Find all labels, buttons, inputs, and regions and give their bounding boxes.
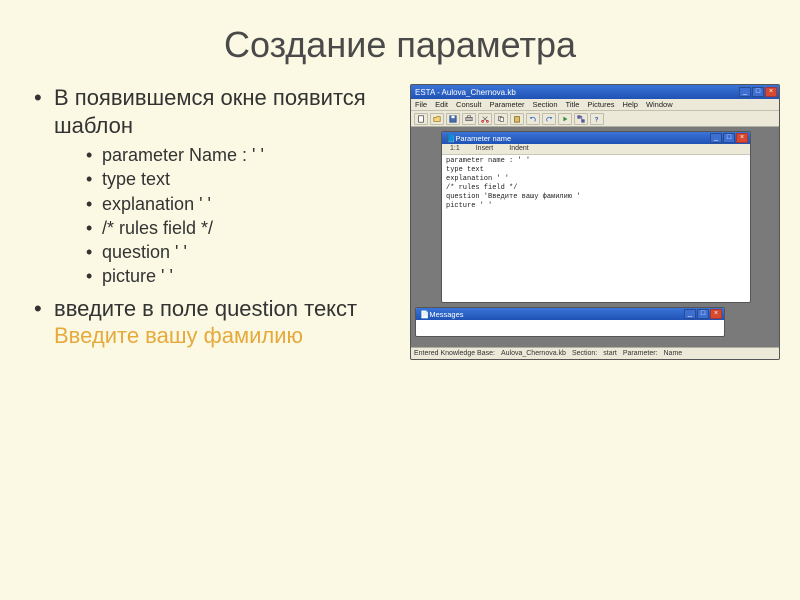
messages-window-controls: _ □ ×	[684, 309, 722, 319]
bullet-1-text: В появившемся окне появится шаблон	[54, 85, 366, 138]
tool-undo-icon[interactable]	[526, 113, 540, 125]
status-kb-value: Aulova_Chernova.kb	[501, 350, 566, 357]
menu-help[interactable]: Help	[623, 100, 638, 109]
page-icon: 📄	[420, 310, 429, 319]
slide-content: В появившемся окне появится шаблон param…	[0, 84, 800, 360]
menu-window[interactable]: Window	[646, 100, 673, 109]
status-bar: Entered Knowledge Base: Aulova_Chernova.…	[411, 347, 779, 359]
tool-save-icon[interactable]	[446, 113, 460, 125]
menu-edit[interactable]: Edit	[435, 100, 448, 109]
menu-file[interactable]: File	[415, 100, 427, 109]
bullet-2-highlight: Введите вашу фамилию	[54, 323, 303, 348]
window-controls: _ □ ×	[739, 87, 777, 97]
messages-title-bar: 📄 Messages _ □ ×	[416, 308, 724, 320]
screenshot-column: ESTA - Aulova_Chernova.kb _ □ × File Edi…	[400, 84, 780, 360]
tool-help-icon[interactable]: ?	[590, 113, 604, 125]
status-parameter-label: Parameter:	[623, 350, 658, 357]
tool-tree-icon[interactable]	[574, 113, 588, 125]
text-column: В появившемся окне появится шаблон param…	[30, 84, 400, 360]
main-bullet-list: В появившемся окне появится шаблон param…	[30, 84, 390, 350]
status-parameter-value: Name	[664, 350, 683, 357]
editor-maximize-button[interactable]: □	[723, 133, 735, 143]
tool-open-icon[interactable]	[430, 113, 444, 125]
svg-text:?: ?	[595, 116, 599, 123]
sub-bullet: type text	[84, 167, 390, 191]
sub-bullet-list: parameter Name : ' ' type text explanati…	[84, 143, 390, 289]
tool-print-icon[interactable]	[462, 113, 476, 125]
tool-copy-icon[interactable]	[494, 113, 508, 125]
status-section-value: start	[603, 350, 617, 357]
editor-window: 📘 Parameter name _ □ × 1:1 Insert Indent	[441, 131, 751, 303]
sub-bullet: question ' '	[84, 240, 390, 264]
book-icon: 📘	[446, 134, 455, 143]
editor-status-header: 1:1 Insert Indent	[442, 144, 750, 155]
app-title: ESTA - Aulova_Chernova.kb	[415, 88, 739, 97]
menu-title[interactable]: Title	[566, 100, 580, 109]
status-section-label: Section:	[572, 350, 597, 357]
tool-cut-icon[interactable]	[478, 113, 492, 125]
bullet-1: В появившемся окне появится шаблон param…	[30, 84, 390, 289]
app-window: ESTA - Aulova_Chernova.kb _ □ × File Edi…	[410, 84, 780, 360]
mode-insert: Insert	[468, 144, 502, 154]
messages-title: Messages	[429, 310, 684, 319]
editor-close-button[interactable]: ×	[736, 133, 748, 143]
mdi-client-area: 📘 Parameter name _ □ × 1:1 Insert Indent	[411, 127, 779, 347]
status-kb-label: Entered Knowledge Base:	[414, 350, 495, 357]
editor-title-bar: 📘 Parameter name _ □ ×	[442, 132, 750, 144]
editor-body[interactable]: parameter name : ' ' type text explanati…	[442, 155, 750, 214]
editor-title: Parameter name	[455, 134, 710, 143]
sub-bullet: picture ' '	[84, 264, 390, 288]
sub-bullet: parameter Name : ' '	[84, 143, 390, 167]
cursor-position: 1:1	[442, 144, 468, 154]
bullet-2: введите в поле question текст Введите ва…	[30, 295, 390, 350]
mode-indent: Indent	[501, 144, 536, 154]
close-button[interactable]: ×	[765, 87, 777, 97]
editor-minimize-button[interactable]: _	[710, 133, 722, 143]
menu-section[interactable]: Section	[532, 100, 557, 109]
menu-parameter[interactable]: Parameter	[489, 100, 524, 109]
editor-window-controls: _ □ ×	[710, 133, 748, 143]
messages-body[interactable]	[416, 320, 724, 324]
slide-title: Создание параметра	[0, 0, 800, 84]
minimize-button[interactable]: _	[739, 87, 751, 97]
tool-paste-icon[interactable]	[510, 113, 524, 125]
messages-minimize-button[interactable]: _	[684, 309, 696, 319]
menu-bar: File Edit Consult Parameter Section Titl…	[411, 99, 779, 111]
app-title-bar: ESTA - Aulova_Chernova.kb _ □ ×	[411, 85, 779, 99]
messages-close-button[interactable]: ×	[710, 309, 722, 319]
menu-consult[interactable]: Consult	[456, 100, 481, 109]
menu-pictures[interactable]: Pictures	[587, 100, 614, 109]
tool-redo-icon[interactable]	[542, 113, 556, 125]
messages-window: 📄 Messages _ □ ×	[415, 307, 725, 337]
toolbar: ?	[411, 111, 779, 127]
tool-new-icon[interactable]	[414, 113, 428, 125]
messages-maximize-button[interactable]: □	[697, 309, 709, 319]
sub-bullet: explanation ' '	[84, 192, 390, 216]
tool-run-icon[interactable]	[558, 113, 572, 125]
maximize-button[interactable]: □	[752, 87, 764, 97]
bullet-2-prefix: введите в поле question текст	[54, 296, 357, 321]
sub-bullet: /* rules field */	[84, 216, 390, 240]
